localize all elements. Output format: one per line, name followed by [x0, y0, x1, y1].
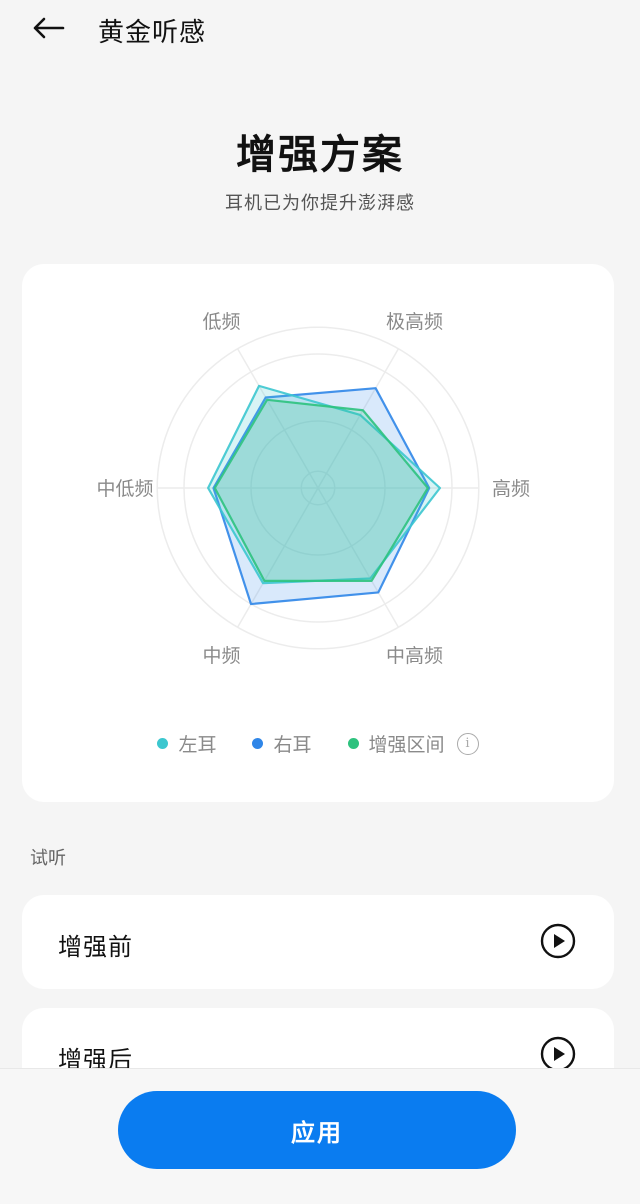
info-icon[interactable]: i [456, 732, 479, 755]
legend-item: 左耳 [157, 730, 216, 757]
radar-chart-card: 极高频高频中高频 中频 中低频 低频 左耳 右耳 增强区间 i [22, 264, 614, 802]
top-bar: 黄金听感 [0, 0, 640, 56]
radar-axis-label: 低频 [203, 311, 241, 333]
legend-dot [252, 738, 264, 749]
legend-label: 左耳 [178, 734, 217, 756]
legend-dot [347, 738, 359, 749]
preview-before-row[interactable]: 增强前 [22, 895, 614, 989]
radar-axis-label: 中高频 [386, 645, 443, 667]
play-icon[interactable] [540, 1036, 576, 1072]
back-arrow-icon [33, 17, 65, 39]
legend-label: 增强区间 [368, 734, 445, 756]
radar-axis-label: 极高频 [386, 311, 443, 333]
bottom-bar: 应用 [0, 1068, 640, 1204]
radar-axis-label: 高频 [492, 478, 530, 500]
play-icon[interactable] [540, 923, 576, 959]
section-label-preview: 试听 [30, 848, 66, 869]
legend-label: 右耳 [273, 734, 312, 756]
legend-item: 右耳 [252, 730, 312, 757]
page-title: 黄金听感 [98, 18, 207, 48]
apply-button[interactable]: 应用 [118, 1091, 516, 1169]
radar-axis-label: 中低频 [97, 478, 154, 500]
legend-item: 增强区间 i [347, 730, 479, 757]
radar-chart: 极高频高频中高频 中频 中低频 低频 [97, 311, 530, 667]
plan-title: 增强方案 [236, 132, 404, 178]
chart-legend: 左耳 右耳 增强区间 i [22, 730, 614, 757]
radar-axis-label: 中频 [203, 645, 241, 667]
legend-dot [157, 738, 169, 749]
preview-before-label: 增强前 [58, 933, 133, 961]
back-button[interactable] [28, 10, 68, 46]
plan-subtitle: 耳机已为你提升澎湃感 [225, 193, 415, 214]
